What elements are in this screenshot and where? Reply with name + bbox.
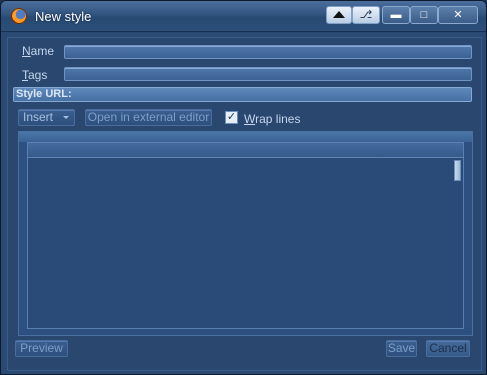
name-label-accesskey: N bbox=[22, 44, 31, 58]
style-url-label: Style URL: bbox=[16, 88, 72, 100]
scroll-up-button[interactable] bbox=[326, 6, 352, 24]
code-editor-frame bbox=[18, 131, 473, 336]
maximize-button[interactable]: □ bbox=[410, 6, 438, 24]
maximize-icon: □ bbox=[420, 9, 428, 21]
insert-button[interactable]: Insert bbox=[18, 109, 75, 126]
close-icon: ✕ bbox=[453, 9, 463, 21]
window-title: New style bbox=[35, 9, 92, 24]
tags-label-text: ags bbox=[28, 68, 48, 82]
wrap-lines-checkbox[interactable]: ✓ bbox=[225, 111, 238, 124]
code-editor[interactable] bbox=[27, 142, 464, 329]
triangle-up-icon bbox=[333, 11, 345, 18]
pin-icon: ⎇ bbox=[359, 9, 373, 21]
insert-label: Insert bbox=[23, 110, 54, 124]
tags-input[interactable] bbox=[64, 67, 472, 81]
wrap-lines-label[interactable]: Wrap lines bbox=[244, 112, 300, 126]
firefox-icon bbox=[11, 8, 27, 24]
wrap-lines-accesskey: W bbox=[244, 112, 256, 126]
minimize-icon: ▬ bbox=[390, 9, 402, 21]
style-url-field[interactable]: Style URL: bbox=[13, 87, 472, 102]
name-label-text: ame bbox=[30, 44, 55, 58]
name-label: Name bbox=[22, 44, 54, 58]
title-bar[interactable]: New style ⎇ ▬ □ ✕ bbox=[1, 1, 486, 32]
tags-label: Tags bbox=[22, 68, 47, 82]
editor-header bbox=[19, 132, 472, 142]
save-button[interactable]: Save bbox=[386, 340, 417, 357]
preview-button[interactable]: Preview bbox=[15, 340, 68, 357]
close-button[interactable]: ✕ bbox=[438, 6, 478, 24]
editor-ruler bbox=[28, 143, 463, 158]
pin-button[interactable]: ⎇ bbox=[352, 6, 380, 24]
cancel-button[interactable]: Cancel bbox=[426, 340, 470, 357]
new-style-window: New style ⎇ ▬ □ ✕ Name Tags Style URL: I… bbox=[0, 0, 487, 375]
wrap-lines-text: rap lines bbox=[255, 112, 301, 126]
editor-scrollbar-thumb[interactable] bbox=[454, 160, 461, 181]
chevron-down-icon bbox=[63, 116, 69, 119]
minimize-button[interactable]: ▬ bbox=[382, 6, 410, 24]
name-input[interactable] bbox=[64, 45, 472, 59]
checkmark-icon: ✓ bbox=[226, 111, 237, 123]
open-external-editor-button[interactable]: Open in external editor bbox=[85, 109, 212, 126]
